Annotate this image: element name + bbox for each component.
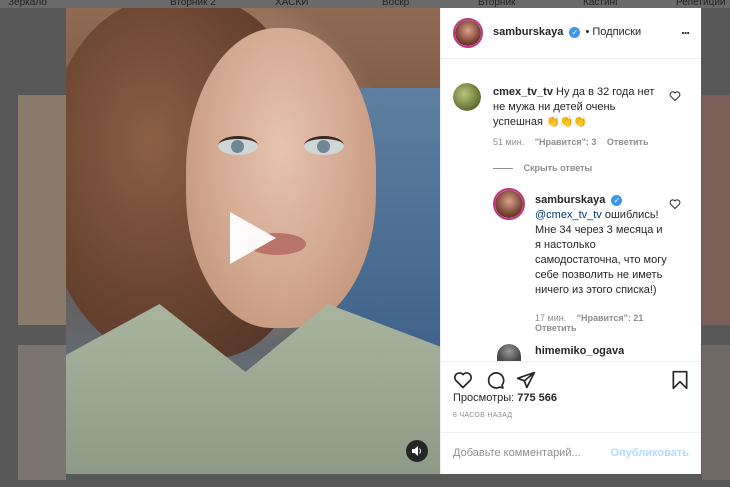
following-button[interactable]: Подписки bbox=[592, 26, 641, 38]
background-tab[interactable]: Вторник bbox=[478, 0, 515, 8]
comment-meta: 51 мин. "Нравится": 3 Ответить bbox=[493, 137, 648, 147]
post-header: samburskaya ✓ • Подписки ... bbox=[441, 8, 701, 59]
comment-time: 51 мин. bbox=[493, 137, 525, 147]
video-eye-right bbox=[304, 136, 344, 155]
post-video[interactable] bbox=[66, 8, 440, 474]
comment-likes[interactable]: "Нравится": 3 bbox=[535, 137, 597, 147]
share-icon[interactable] bbox=[516, 370, 536, 390]
comment-avatar[interactable] bbox=[453, 83, 481, 111]
play-icon[interactable] bbox=[230, 212, 276, 264]
reply-button[interactable]: Ответить bbox=[607, 137, 649, 147]
comment-icon[interactable] bbox=[485, 370, 505, 390]
background-tabs-strip: Зеркало Вторник 2 ХАСКИ Воскр Вторник Ка… bbox=[0, 0, 730, 8]
background-tab[interactable]: ХАСКИ bbox=[275, 0, 308, 8]
comment-body: cmex_tv_tv Ну да в 32 года нет не мужа н… bbox=[493, 85, 663, 130]
sound-icon bbox=[412, 446, 421, 456]
views-count: Просмотры: 775 566 bbox=[453, 392, 557, 404]
sound-button[interactable] bbox=[406, 440, 428, 462]
views-number: 775 566 bbox=[517, 392, 558, 404]
add-comment-bar: Добавьте комментарий... Опубликовать bbox=[441, 432, 701, 475]
reply-username[interactable]: samburskaya bbox=[535, 194, 605, 206]
verified-icon: ✓ bbox=[569, 26, 581, 38]
background-tab[interactable]: Репетиции bbox=[676, 0, 726, 8]
background-tab[interactable]: Воскр bbox=[382, 0, 409, 8]
background-tab[interactable]: Вторник 2 bbox=[170, 0, 216, 8]
background-thumbnail[interactable] bbox=[702, 95, 730, 325]
hide-replies-button[interactable]: Скрыть ответы bbox=[493, 163, 592, 173]
reply-reply-button[interactable]: Ответить bbox=[535, 323, 577, 333]
reply-likes[interactable]: "Нравится": 21 bbox=[577, 313, 644, 323]
background-tab[interactable]: Кастинг bbox=[583, 0, 619, 8]
comment-username[interactable]: cmex_tv_tv bbox=[493, 86, 553, 98]
add-comment-input[interactable]: Добавьте комментарий... bbox=[453, 447, 581, 459]
views-label: Просмотры: bbox=[453, 392, 515, 404]
bookmark-icon[interactable] bbox=[671, 370, 689, 390]
publish-button[interactable]: Опубликовать bbox=[610, 447, 689, 459]
background-thumbnail[interactable] bbox=[18, 95, 66, 325]
video-face bbox=[186, 28, 376, 328]
background-tab[interactable]: Зеркало bbox=[8, 0, 47, 8]
author-line: samburskaya ✓ • Подписки bbox=[493, 26, 641, 38]
reply-time: 17 мин. bbox=[535, 313, 567, 323]
reply-avatar[interactable] bbox=[493, 188, 525, 220]
post-time[interactable]: 8 ЧАСОВ НАЗАД bbox=[453, 412, 512, 419]
comment-heart-icon[interactable] bbox=[669, 90, 681, 102]
reply-body: samburskaya ✓ @cmex_tv_tv ошиблись! Мне … bbox=[535, 193, 667, 298]
video-eye-left bbox=[218, 136, 258, 155]
heart-icon[interactable] bbox=[453, 370, 473, 390]
background-thumbnail[interactable] bbox=[702, 345, 730, 480]
background-thumbnail[interactable] bbox=[18, 345, 66, 480]
reply-mention[interactable]: @cmex_tv_tv bbox=[535, 209, 602, 221]
follow-separator: • bbox=[585, 26, 590, 38]
reply-meta: 17 мин. "Нравится": 21 bbox=[535, 313, 643, 323]
more-icon[interactable]: ... bbox=[681, 22, 690, 37]
reply-text: ошиблись! Мне 34 через 3 месяца и я наст… bbox=[535, 209, 667, 296]
author-username[interactable]: samburskaya bbox=[493, 26, 563, 38]
comment-username[interactable]: himemiko_ogava bbox=[535, 345, 624, 357]
post-side-panel: samburskaya ✓ • Подписки ... cmex_tv_tv … bbox=[440, 8, 701, 474]
comment-avatar[interactable] bbox=[497, 344, 521, 362]
comment-heart-icon[interactable] bbox=[669, 198, 681, 210]
author-avatar[interactable] bbox=[453, 18, 483, 48]
verified-icon: ✓ bbox=[611, 194, 623, 206]
